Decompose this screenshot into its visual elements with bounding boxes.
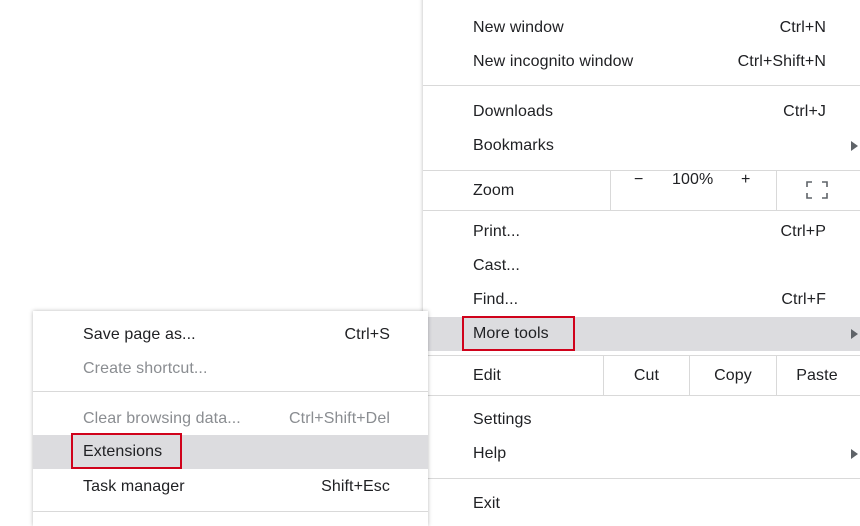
menu-separator: [33, 511, 428, 512]
divider: [776, 171, 777, 210]
menu-item-print[interactable]: Print... Ctrl+P: [423, 215, 860, 249]
menu-item-label: Create shortcut...: [83, 360, 208, 377]
menu-item-shortcut: Ctrl+N: [779, 19, 826, 36]
submenu-item-clear-browsing-data: Clear browsing data... Ctrl+Shift+Del: [33, 402, 428, 436]
menu-item-bookmarks[interactable]: Bookmarks: [423, 129, 860, 163]
menu-item-label: New incognito window: [473, 53, 634, 70]
submenu-arrow-icon: [851, 329, 858, 339]
submenu-item-create-shortcut: Create shortcut...: [33, 352, 428, 386]
menu-item-label: Help: [473, 445, 507, 462]
annotation-highlight-box: [71, 433, 182, 469]
menu-item-shortcut: Ctrl+Shift+Del: [289, 410, 390, 427]
paste-button[interactable]: Paste: [777, 356, 857, 395]
menu-item-exit[interactable]: Exit: [423, 487, 860, 521]
zoom-in-button[interactable]: +: [741, 171, 750, 189]
zoom-out-button[interactable]: −: [634, 171, 643, 189]
menu-item-label: Task manager: [83, 478, 185, 495]
menu-item-label: Downloads: [473, 103, 554, 120]
menu-item-label: Find...: [473, 291, 519, 308]
zoom-level: 100%: [672, 171, 714, 188]
copy-button[interactable]: Copy: [690, 356, 776, 395]
submenu-arrow-icon: [851, 449, 858, 459]
menu-item-downloads[interactable]: Downloads Ctrl+J: [423, 95, 860, 129]
menu-item-shortcut: Ctrl+F: [781, 291, 826, 308]
submenu-item-task-manager[interactable]: Task manager Shift+Esc: [33, 470, 428, 504]
fullscreen-icon[interactable]: [806, 181, 828, 199]
menu-separator: [423, 85, 860, 86]
menu-separator: [423, 478, 860, 479]
menu-item-label: Edit: [473, 366, 501, 384]
menu-item-edit: Edit Cut Copy Paste: [423, 356, 860, 395]
menu-item-shortcut: Ctrl+J: [783, 103, 826, 120]
menu-item-zoom: Zoom − 100% +: [423, 171, 860, 210]
menu-item-shortcut: Ctrl+S: [344, 326, 390, 343]
menu-item-label: Save page as...: [83, 326, 196, 343]
menu-item-label: Clear browsing data...: [83, 410, 241, 427]
menu-separator: [33, 391, 428, 392]
menu-item-label: Exit: [473, 495, 501, 512]
menu-separator: [423, 210, 860, 211]
menu-item-label: Zoom: [473, 181, 515, 199]
menu-item-label: Bookmarks: [473, 137, 554, 154]
menu-item-shortcut: Shift+Esc: [321, 478, 390, 495]
annotation-highlight-box: [462, 316, 575, 351]
zoom-controls: − 100% +: [610, 171, 860, 210]
menu-item-label: Cast...: [473, 257, 520, 274]
menu-item-label: Print...: [473, 223, 521, 240]
divider: [610, 171, 611, 210]
menu-item-new-window[interactable]: New window Ctrl+N: [423, 11, 860, 45]
menu-item-help[interactable]: Help: [423, 437, 860, 471]
menu-item-label: Settings: [473, 411, 532, 428]
menu-item-find[interactable]: Find... Ctrl+F: [423, 283, 860, 317]
chrome-main-menu: New window Ctrl+N New incognito window C…: [423, 0, 860, 526]
submenu-item-save-page[interactable]: Save page as... Ctrl+S: [33, 318, 428, 352]
cut-button[interactable]: Cut: [604, 356, 689, 395]
menu-separator: [423, 395, 860, 396]
submenu-arrow-icon: [851, 141, 858, 151]
menu-item-label: New window: [473, 19, 564, 36]
menu-item-new-incognito-window[interactable]: New incognito window Ctrl+Shift+N: [423, 45, 860, 79]
more-tools-submenu: Save page as... Ctrl+S Create shortcut..…: [33, 311, 428, 526]
menu-item-shortcut: Ctrl+P: [780, 223, 826, 240]
menu-item-settings[interactable]: Settings: [423, 403, 860, 437]
menu-item-shortcut: Ctrl+Shift+N: [737, 53, 826, 70]
menu-item-cast[interactable]: Cast...: [423, 249, 860, 283]
